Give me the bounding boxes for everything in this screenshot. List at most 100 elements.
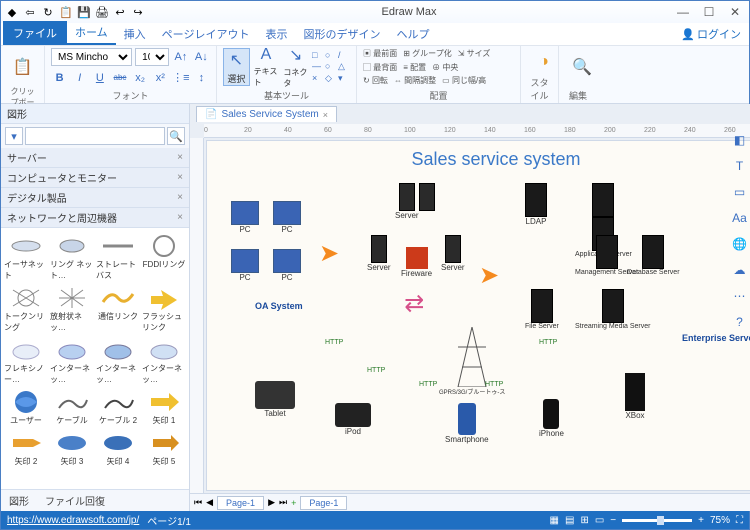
node-server[interactable]: Server xyxy=(367,235,391,272)
stencil-servers[interactable]: サーバー× xyxy=(1,148,189,168)
close-tab-icon[interactable]: × xyxy=(323,110,328,120)
view-mode-4[interactable]: ▭ xyxy=(595,515,604,526)
drawing-page[interactable]: Sales service system OA System Enterpris… xyxy=(206,140,750,491)
underline-button[interactable]: U xyxy=(91,69,108,87)
qat-back-icon[interactable]: ↩ xyxy=(113,5,127,19)
shape-item[interactable]: インターネッ… xyxy=(95,336,141,386)
maximize-button[interactable]: ☐ xyxy=(699,5,719,19)
right-tool-2[interactable]: ▭ xyxy=(733,185,747,199)
tab-view[interactable]: 表示 xyxy=(257,23,295,45)
edit-button[interactable]: 🔍 xyxy=(565,48,599,86)
style-button[interactable]: ◑ xyxy=(527,48,561,76)
right-tool-1[interactable]: T xyxy=(733,159,747,173)
node-tablet[interactable]: Tablet xyxy=(255,381,295,418)
zoom-out-button[interactable]: − xyxy=(610,515,616,526)
select-tool[interactable]: ↖選択 xyxy=(223,48,250,86)
subscript-button[interactable]: x₂ xyxy=(132,69,149,87)
shape-item[interactable]: フラッシュリンク xyxy=(141,284,187,334)
shape-item[interactable]: リング ネット… xyxy=(49,232,95,282)
tab-home[interactable]: ホーム xyxy=(67,21,116,45)
view-mode-3[interactable]: ⊞ xyxy=(580,515,588,526)
bring-front-button[interactable]: ▣ 最前面 xyxy=(363,48,397,59)
shape-item[interactable]: ストレートバス xyxy=(95,232,141,282)
shape-item[interactable]: イーサネット xyxy=(3,232,49,282)
page-nav-last[interactable]: ⏭ xyxy=(279,497,287,508)
right-tool-6[interactable]: ⋯ xyxy=(733,289,747,303)
fullscreen-button[interactable]: ⛶ xyxy=(736,515,743,526)
shape-item[interactable]: 矢印 1 xyxy=(141,388,187,427)
shape-item[interactable]: フレキシノー… xyxy=(3,336,49,386)
rotate-button[interactable]: ↻ 回転 xyxy=(363,75,388,86)
zoom-slider[interactable] xyxy=(622,519,692,522)
spacing-button[interactable]: ⇔ 間隔調整 xyxy=(394,75,436,86)
node-server[interactable]: Server xyxy=(441,235,465,272)
font-size-select[interactable]: 10 xyxy=(135,48,169,66)
page-tab-1[interactable]: Page-1 xyxy=(217,496,264,510)
node-db-server[interactable]: Database Server xyxy=(627,235,680,276)
node-pc[interactable]: PC xyxy=(231,201,259,234)
shape-item[interactable]: 矢印 5 xyxy=(141,429,187,468)
view-mode-1[interactable]: ▦ xyxy=(550,515,559,526)
node-pc[interactable]: PC xyxy=(273,249,301,282)
shape-item[interactable]: 矢印 3 xyxy=(49,429,95,468)
shape-item[interactable]: インターネッ… xyxy=(49,336,95,386)
tab-shapes[interactable]: 図形 xyxy=(1,490,37,511)
qat-forward-icon[interactable]: ↪ xyxy=(131,5,145,19)
bullets-button[interactable]: ⋮≡ xyxy=(172,69,190,87)
paste-button[interactable]: 📋 xyxy=(7,48,38,86)
connector-tool[interactable]: ↘コネクタ xyxy=(282,48,309,86)
tab-help[interactable]: ヘルプ xyxy=(388,23,437,45)
increase-font-button[interactable]: A↑ xyxy=(172,48,189,66)
page-nav-next[interactable]: ▶ xyxy=(268,497,275,508)
right-tool-5[interactable]: ☁ xyxy=(733,263,747,277)
strike-button[interactable]: abc xyxy=(111,69,128,87)
italic-button[interactable]: I xyxy=(71,69,88,87)
same-size-button[interactable]: ▭ 同じ幅/高 xyxy=(442,75,486,86)
tab-insert[interactable]: 挿入 xyxy=(116,23,154,45)
add-page-button[interactable]: + xyxy=(291,498,296,508)
shape-item[interactable]: ケーブル 2 xyxy=(95,388,141,427)
right-tool-4[interactable]: 🌐 xyxy=(733,237,747,251)
shape-item[interactable]: ユーザー xyxy=(3,388,49,427)
shape-item[interactable]: トークンリング xyxy=(3,284,49,334)
page-tab-1b[interactable]: Page-1 xyxy=(300,496,347,510)
shape-item[interactable]: 矢印 2 xyxy=(3,429,49,468)
right-tool-3[interactable]: Aa xyxy=(733,211,747,225)
close-icon[interactable]: × xyxy=(177,172,183,183)
node-file-server[interactable]: File Server xyxy=(525,289,559,330)
close-icon[interactable]: × xyxy=(177,192,183,203)
view-mode-2[interactable]: ▤ xyxy=(565,515,574,526)
node-pc[interactable]: PC xyxy=(273,201,301,234)
qat-undo-icon[interactable]: ⇦ xyxy=(23,5,37,19)
qat-print-icon[interactable]: 🖨 xyxy=(95,5,109,19)
shape-item[interactable]: インターネッ… xyxy=(141,336,187,386)
node-ipod[interactable]: iPod xyxy=(335,403,371,436)
qat-redo-icon[interactable]: ↻ xyxy=(41,5,55,19)
document-tab[interactable]: 📄 Sales Service System× xyxy=(196,106,337,122)
right-tool-7[interactable]: ? xyxy=(733,315,747,329)
tab-file-recovery[interactable]: ファイル回復 xyxy=(37,490,113,511)
close-icon[interactable]: × xyxy=(177,212,183,223)
search-input[interactable] xyxy=(25,127,165,145)
stencil-digital[interactable]: デジタル製品× xyxy=(1,188,189,208)
shape-item[interactable]: ケーブル xyxy=(49,388,95,427)
right-tool-0[interactable]: ◧ xyxy=(733,133,747,147)
shape-item[interactable]: 通信リンク xyxy=(95,284,141,334)
login-button[interactable]: 👤ログイン xyxy=(673,23,749,45)
node-xbox[interactable]: XBox xyxy=(625,373,645,420)
qat-save-icon[interactable]: 💾 xyxy=(77,5,91,19)
node-server[interactable] xyxy=(419,183,435,211)
decrease-font-button[interactable]: A↓ xyxy=(193,48,210,66)
node-server[interactable]: Server xyxy=(395,183,419,220)
size-button[interactable]: ⇲ サイズ xyxy=(458,48,491,59)
node-fireware[interactable]: Fireware xyxy=(401,247,432,278)
node-smartphone[interactable]: Smartphone xyxy=(445,403,489,444)
line-spacing-button[interactable]: ↕ xyxy=(193,69,210,87)
node-ldap[interactable]: LDAP xyxy=(525,183,547,226)
close-icon[interactable]: × xyxy=(177,152,183,163)
tab-shape-design[interactable]: 図形のデザイン xyxy=(295,23,388,45)
page-nav-prev[interactable]: ◀ xyxy=(206,497,213,508)
status-url[interactable]: https://www.edrawsoft.com/jp/ xyxy=(7,515,139,526)
page-nav-first[interactable]: ⏮ xyxy=(194,497,202,508)
align-button[interactable]: ≡ 配置 xyxy=(403,62,426,73)
